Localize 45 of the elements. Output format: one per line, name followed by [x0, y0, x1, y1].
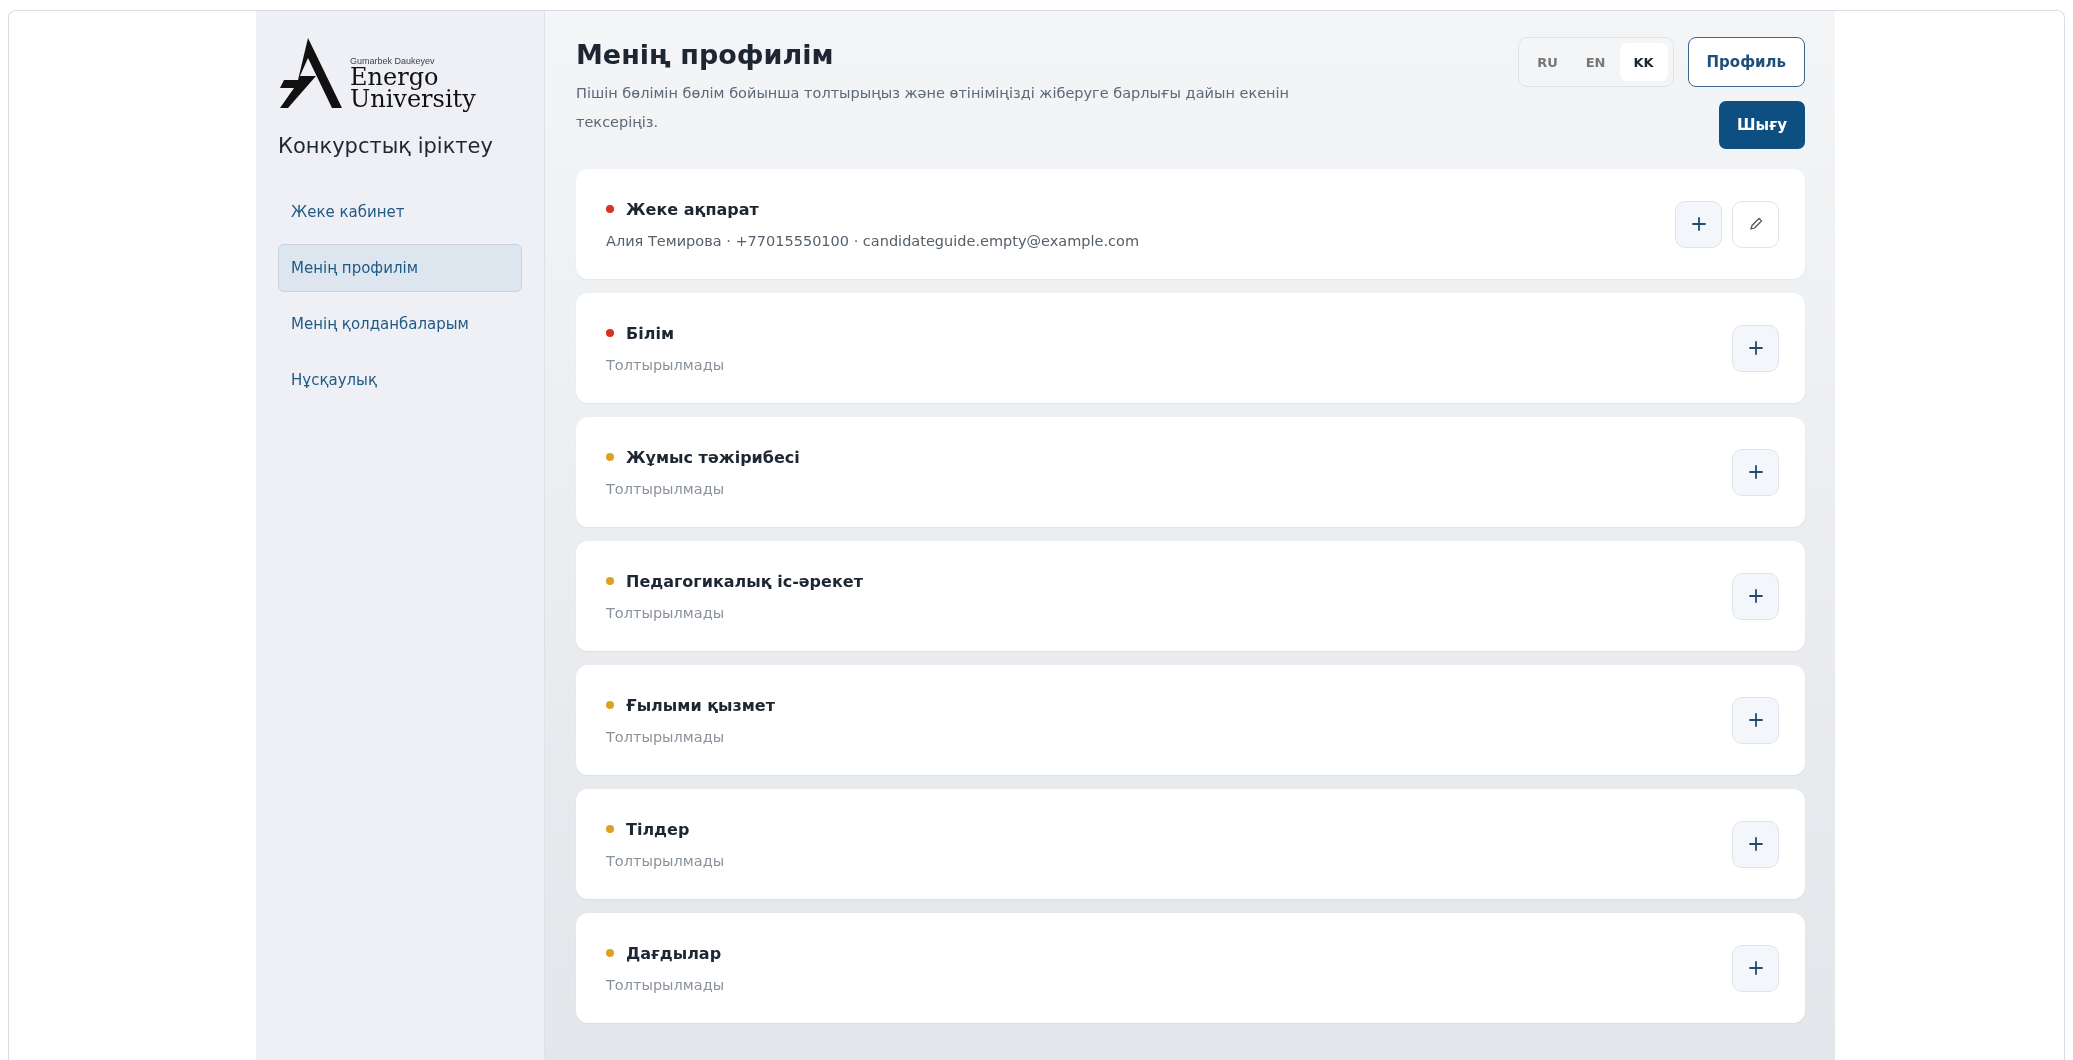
plus-icon	[1748, 837, 1763, 851]
plus-icon	[1748, 341, 1763, 355]
section-summary: Алия Темирова · +77015550100 · candidateguide.empty@example.com	[606, 232, 1139, 249]
add-button[interactable]	[1675, 200, 1722, 248]
logo-tagline: Gumarbek Daukeyev	[350, 56, 435, 66]
page-title: Менің профилім	[576, 38, 835, 72]
pencil-icon	[1748, 217, 1763, 231]
section-title: Жұмыс тәжірибесі	[626, 447, 800, 467]
section-title: Тілдер	[626, 819, 690, 839]
section-title: Білім	[626, 323, 674, 343]
plus-icon	[1691, 217, 1706, 231]
page-subtitle: Пішін бөлімін бөлім бойынша толтырыңыз және өтініміңізді жіберуге барлығы дайын екенін тексеріңіз.	[576, 84, 1291, 132]
logout-button[interactable]: Шығу	[1718, 101, 1805, 149]
plus-icon	[1748, 589, 1763, 603]
plus-icon	[1748, 713, 1763, 727]
section-title: Жеке ақпарат	[626, 199, 759, 219]
profile-button[interactable]: Профиль	[1687, 37, 1805, 87]
section-summary: Толтырылмады	[606, 852, 725, 869]
logo-wordmark: Energo	[350, 66, 439, 88]
section-title: Педагогикалық іс-әрекет	[626, 571, 863, 591]
nav-item[interactable]: Нұсқаулық	[278, 356, 522, 404]
logo-wordmark: University	[350, 88, 476, 110]
add-button[interactable]	[1732, 820, 1779, 868]
language-tab[interactable]: EN	[1571, 43, 1620, 81]
nav-item[interactable]: Жеке кабинет	[278, 188, 522, 236]
plus-icon	[1748, 961, 1763, 975]
sidebar-title: Конкурстық іріктеу	[278, 134, 494, 158]
section-title: Ғылыми қызмет	[626, 695, 775, 715]
section-title: Дағдылар	[626, 943, 722, 963]
nav-item[interactable]: Менің профилім	[278, 244, 522, 292]
plus-icon	[1748, 465, 1763, 479]
add-button[interactable]	[1732, 448, 1779, 496]
section-summary: Толтырылмады	[606, 480, 726, 497]
add-button[interactable]	[1732, 944, 1779, 992]
section-summary: Толтырылмады	[606, 356, 725, 373]
language-tab[interactable]: RU	[1523, 43, 1572, 81]
section-summary: Толтырылмады	[606, 728, 726, 745]
language-tab[interactable]: KK	[1619, 43, 1668, 81]
add-button[interactable]	[1732, 324, 1779, 372]
add-button[interactable]	[1732, 696, 1779, 744]
section-summary: Толтырылмады	[606, 604, 726, 621]
section-summary: Толтырылмады	[606, 976, 725, 993]
add-button[interactable]	[1732, 572, 1779, 620]
nav-item[interactable]: Менің қолданбаларым	[278, 300, 522, 348]
logo-mark-icon	[278, 36, 344, 110]
